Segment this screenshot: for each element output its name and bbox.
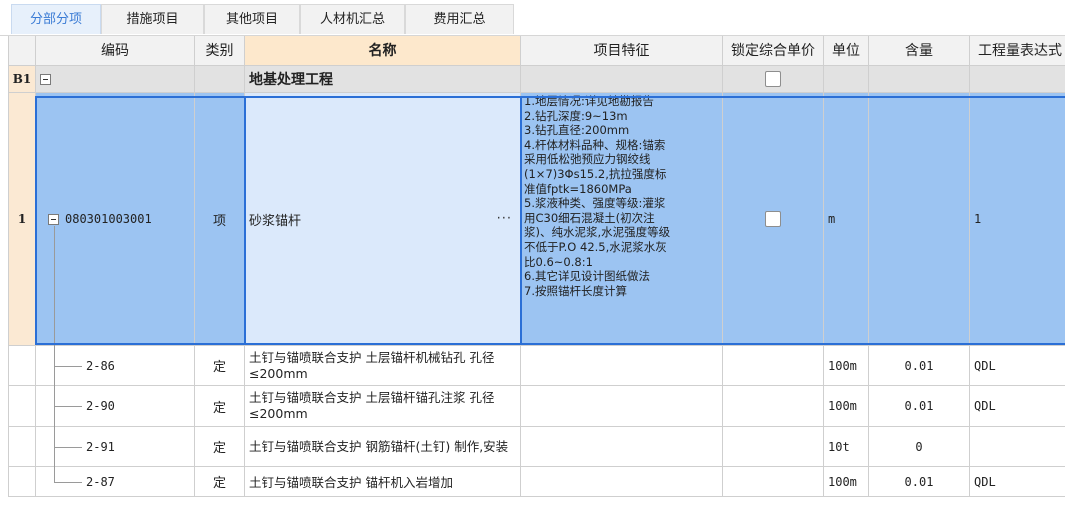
header-code[interactable]: 编码 [36,36,195,66]
sub-feature-cell[interactable] [521,346,723,386]
sub-code: 2-87 [86,474,115,489]
section-code-cell[interactable] [36,66,195,93]
item-name: 砂浆锚杆 [249,213,302,229]
tree-branch-line [54,366,82,367]
sub-expr[interactable] [970,427,1065,467]
collapse-icon[interactable] [48,213,59,225]
sub-lock-cell[interactable] [723,346,824,386]
sub-qty[interactable]: 0.01 [869,346,970,386]
tab-qita-xiangmu[interactable]: 其他项目 [204,4,300,34]
header-feature[interactable]: 项目特征 [521,36,723,66]
sub-qty[interactable]: 0.01 [869,467,970,497]
sub-code: 2-86 [86,358,115,373]
sub-type[interactable]: 定 [195,386,245,427]
header-corner [9,36,36,66]
section-expr-cell[interactable] [970,66,1065,93]
sub-name[interactable]: 土钉与锚喷联合支护 锚杆机入岩增加 [245,467,521,497]
header-unit[interactable]: 单位 [824,36,869,66]
sub-qty[interactable]: 0 [869,427,970,467]
item-qty-cell[interactable] [869,93,970,346]
sub-unit[interactable]: 100m [824,386,869,427]
item-lock-checkbox[interactable] [765,211,781,227]
section-qty-cell[interactable] [869,66,970,93]
tab-bar: 分部分项 措施项目 其他项目 人材机汇总 费用汇总 [0,0,1065,36]
header-expr[interactable]: 工程量表达式 [970,36,1065,66]
tab-fenbu-fenxiang[interactable]: 分部分项 [11,4,101,34]
section-lock-checkbox[interactable] [765,71,781,87]
sub-name[interactable]: 土钉与锚喷联合支护 土层锚杆锚孔注浆 孔径≤200mm [245,386,521,427]
item-name-cell[interactable]: 砂浆锚杆 ··· [245,93,521,346]
row-label[interactable] [9,346,36,386]
sub-lock-cell[interactable] [723,467,824,497]
sub-unit[interactable]: 100m [824,467,869,497]
bill-grid: 编码 类别 名称 项目特征 锁定综合单价 单位 含量 工程量表达式 B1 地基处… [8,36,1065,497]
item-code-cell[interactable]: 080301003001 [36,93,195,346]
row-label-b1[interactable]: B1 [9,66,36,93]
sub-type[interactable]: 定 [195,346,245,386]
tab-feiyong-huizong[interactable]: 费用汇总 [405,4,514,34]
item-unit[interactable]: m [824,93,869,346]
sub-unit[interactable]: 10t [824,427,869,467]
section-type-cell[interactable] [195,66,245,93]
tab-rencaiji-huizong[interactable]: 人材机汇总 [300,4,405,34]
section-lock-cell[interactable] [723,66,824,93]
tree-branch-line [54,482,82,483]
sub-expr[interactable]: QDL [970,346,1065,386]
item-expr[interactable]: 1 [970,93,1065,346]
sub-type[interactable]: 定 [195,427,245,467]
header-qty[interactable]: 含量 [869,36,970,66]
section-unit-cell[interactable] [824,66,869,93]
tree-branch-line [54,406,82,407]
tab-cuoshi-xiangmu[interactable]: 措施项目 [101,4,204,34]
header-type[interactable]: 类别 [195,36,245,66]
sub-lock-cell[interactable] [723,427,824,467]
header-lock-price[interactable]: 锁定综合单价 [723,36,824,66]
item-feature-cell[interactable]: 1.地层情况:详见地勘报告 2.钻孔深度:9~13m 3.钻孔直径:200mm … [521,93,723,346]
sub-name[interactable]: 土钉与锚喷联合支护 钢筋锚杆(土钉) 制作,安装 [245,427,521,467]
header-name[interactable]: 名称 [245,36,521,66]
sub-type[interactable]: 定 [195,467,245,497]
sub-code: 2-91 [86,439,115,454]
sub-feature-cell[interactable] [521,386,723,427]
sub-unit[interactable]: 100m [824,346,869,386]
item-lock-cell[interactable] [723,93,824,346]
tree-connector-line [54,226,55,483]
sub-feature-cell[interactable] [521,467,723,497]
item-type[interactable]: 项 [195,93,245,346]
item-code: 080301003001 [65,212,152,226]
sub-feature-cell[interactable] [521,427,723,467]
sub-expr[interactable]: QDL [970,467,1065,497]
sub-name[interactable]: 土钉与锚喷联合支护 土层锚杆机械钻孔 孔径≤200mm [245,346,521,386]
sub-code: 2-90 [86,399,115,413]
section-feature-cell[interactable] [521,66,723,93]
row-label-1[interactable]: 1 [9,93,36,346]
row-label[interactable] [9,427,36,467]
sub-expr[interactable]: QDL [970,386,1065,427]
tree-branch-line [54,447,82,448]
sub-qty[interactable]: 0.01 [869,386,970,427]
item-feature-text: 1.地层情况:详见地勘报告 2.钻孔深度:9~13m 3.钻孔直径:200mm … [524,94,671,298]
section-name[interactable]: 地基处理工程 [245,66,521,93]
more-options-button[interactable]: ··· [497,212,512,227]
row-label[interactable] [9,467,36,497]
collapse-icon[interactable] [40,73,51,85]
row-label[interactable] [9,386,36,427]
sub-lock-cell[interactable] [723,386,824,427]
